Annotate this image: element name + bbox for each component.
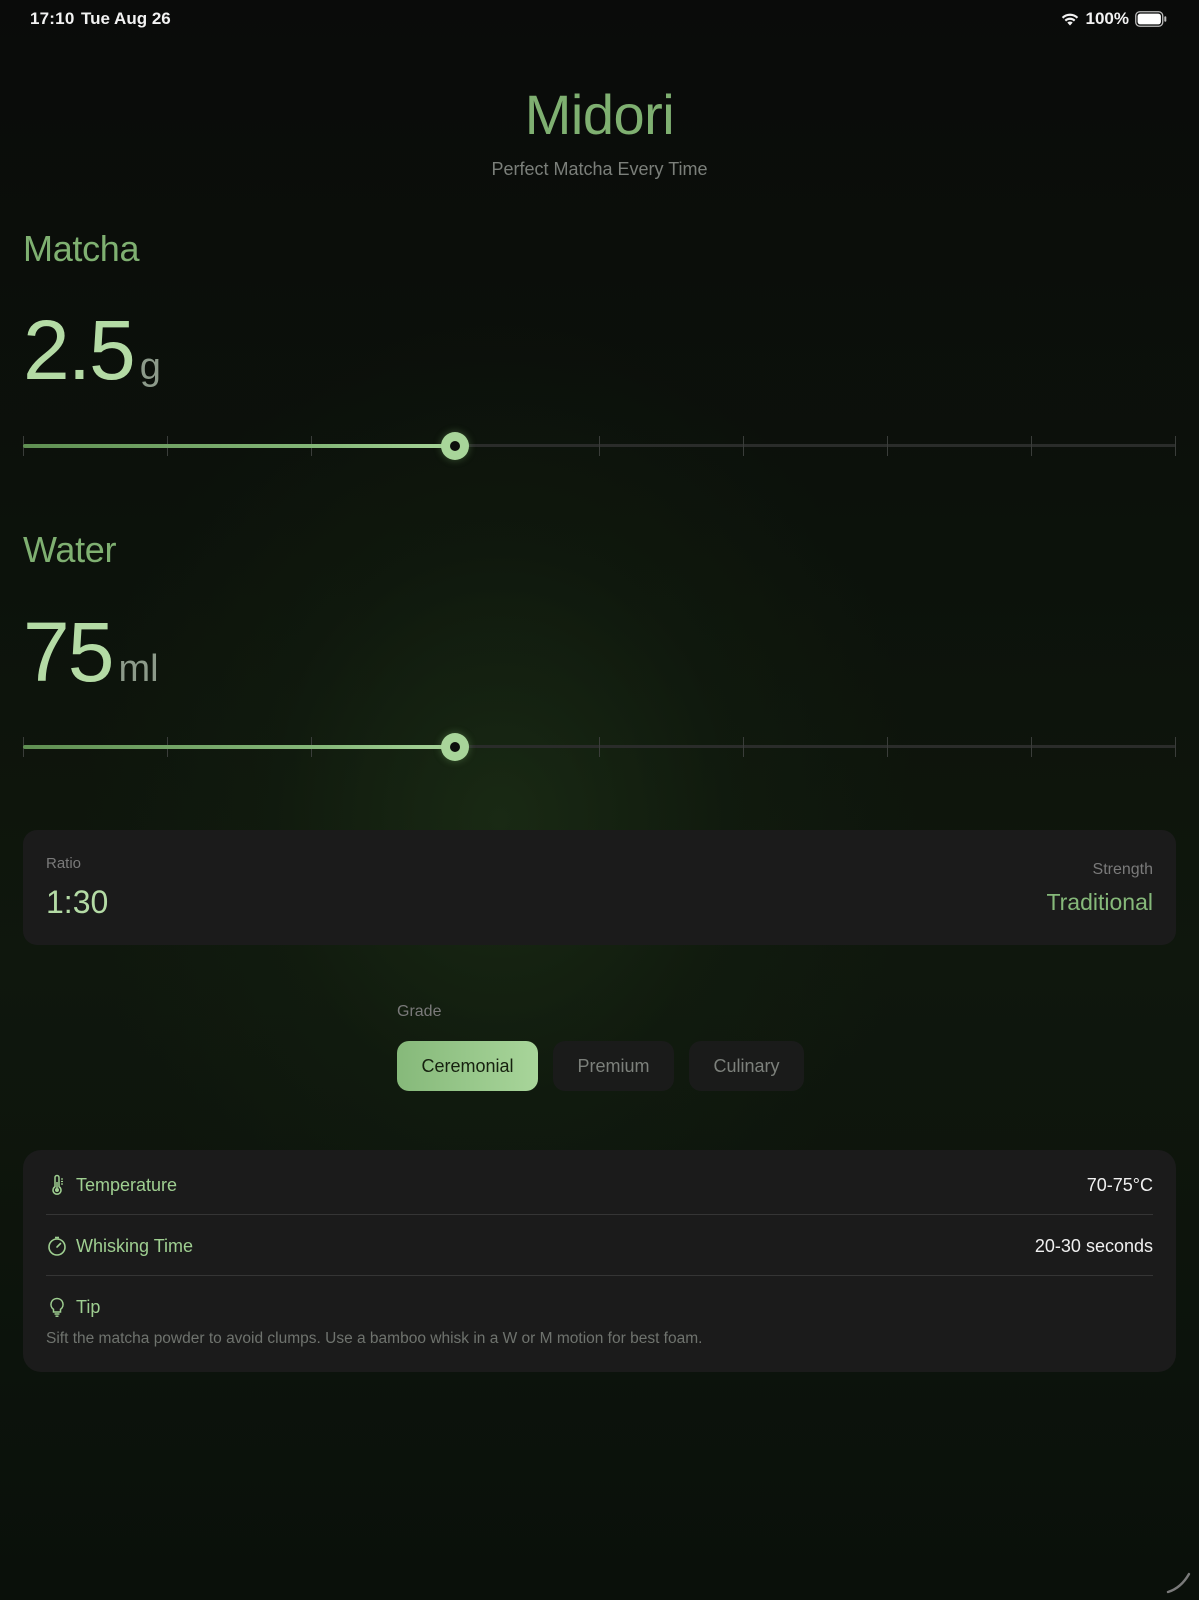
matcha-slider-thumb[interactable] (441, 432, 469, 460)
matcha-slider-tick (887, 436, 888, 456)
lightbulb-icon (50, 1297, 64, 1317)
tip-label: Tip (76, 1296, 101, 1317)
brewing-info-card: Temperature 70-75°C Whisking Time 20-30 … (23, 1150, 1176, 1372)
water-slider-tick (1175, 737, 1176, 757)
resize-corner-icon (1166, 1572, 1191, 1594)
water-amount-unit: ml (118, 648, 159, 690)
app-title: Midori (524, 83, 675, 146)
tip-row: Tip (46, 1277, 1153, 1337)
grade-selector: Ceremonial Premium Culinary (397, 1041, 804, 1091)
grade-ceremonial-button[interactable]: Ceremonial (397, 1041, 538, 1091)
status-indicators: 100% (1060, 9, 1167, 29)
grade-label: Grade (397, 1003, 442, 1020)
matcha-amount-value: 2.5 (23, 303, 136, 397)
status-bar: 17:10 Tue Aug 26 100% (0, 0, 1199, 38)
ratio-card: Ratio 1:30 Strength Traditional (23, 830, 1176, 945)
matcha-slider-tick (1175, 436, 1176, 456)
ratio-value: 1:30 (46, 884, 109, 920)
tip-text: Sift the matcha powder to avoid clumps. … (46, 1330, 703, 1347)
timer-icon (48, 1236, 66, 1256)
matcha-slider-tick (599, 436, 600, 456)
grade-culinary-button[interactable]: Culinary (689, 1041, 804, 1091)
battery-icon (1135, 11, 1167, 27)
matcha-amount-display: 2.5 g (23, 308, 161, 392)
status-date: Tue Aug 26 (81, 9, 171, 28)
thermometer-icon (52, 1174, 63, 1195)
matcha-label: Matcha (23, 228, 140, 269)
temperature-label: Temperature (76, 1174, 178, 1195)
ratio-label: Ratio (46, 855, 82, 872)
temperature-value: 70-75°C (1086, 1174, 1153, 1195)
wifi-icon (1061, 13, 1078, 26)
matcha-slider-fill (23, 444, 455, 448)
matcha-amount-unit: g (139, 346, 161, 388)
grade-premium-button[interactable]: Premium (553, 1041, 674, 1091)
water-slider-tick (743, 737, 744, 757)
water-slider-tick (1031, 737, 1032, 757)
water-slider-tick (887, 737, 888, 757)
whisking-time-label: Whisking Time (76, 1235, 194, 1256)
matcha-slider-tick (743, 436, 744, 456)
water-slider-thumb[interactable] (441, 733, 469, 761)
matcha-slider-tick (1031, 436, 1032, 456)
matcha-slider[interactable] (23, 431, 1176, 461)
water-amount-value: 75 (23, 605, 114, 699)
water-slider-tick (599, 737, 600, 757)
temperature-row: Temperature 70-75°C (46, 1155, 1153, 1215)
water-slider[interactable] (23, 732, 1176, 762)
water-amount-display: 75 ml (23, 610, 159, 694)
whisking-time-value: 20-30 seconds (1034, 1235, 1153, 1256)
water-label: Water (23, 529, 117, 570)
app-subtitle: Perfect Matcha Every Time (491, 159, 708, 179)
water-slider-fill (23, 745, 455, 749)
battery-percentage: 100% (1085, 9, 1129, 28)
strength-label: Strength (1092, 861, 1153, 878)
strength-value: Traditional (1046, 889, 1153, 915)
whisking-time-row: Whisking Time 20-30 seconds (46, 1216, 1153, 1276)
status-time: 17:10 (30, 9, 75, 28)
